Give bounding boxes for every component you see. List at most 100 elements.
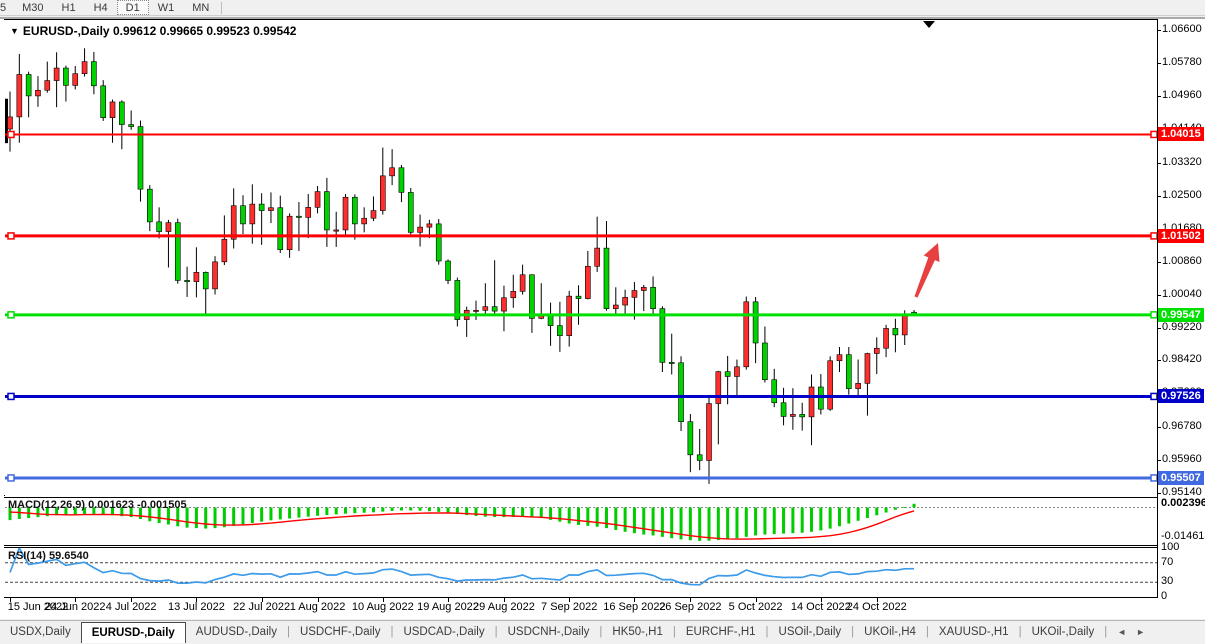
- candle-body: [418, 227, 423, 232]
- chart-tab-usdcnh-daily[interactable]: USDCNH-,Daily: [498, 621, 600, 643]
- hline-handle-0.97526[interactable]: [1151, 393, 1157, 399]
- price-chart-canvas[interactable]: [5, 20, 1157, 496]
- candle-body: [296, 216, 301, 217]
- candle-body: [800, 414, 805, 416]
- macd-histogram-bar: [558, 507, 561, 521]
- macd-histogram-bar: [726, 507, 729, 539]
- price-axis-tick-label: 0.98420: [1162, 353, 1202, 365]
- macd-histogram-bar: [400, 507, 403, 510]
- period-button-W1[interactable]: W1: [149, 0, 184, 15]
- time-axis-label: 7 Sep 2022: [541, 601, 597, 613]
- chart-tab-usdcad-daily[interactable]: USDCAD-,Daily: [393, 621, 494, 643]
- macd-histogram-bar: [624, 507, 627, 531]
- tab-scroll-left-icon[interactable]: ◄: [1117, 627, 1126, 637]
- macd-histogram-bar: [763, 507, 766, 534]
- candle-body: [371, 211, 376, 219]
- period-button-D1[interactable]: D1: [117, 0, 149, 15]
- price-axis-tick-mark: [1157, 262, 1161, 263]
- candle-body: [865, 353, 870, 383]
- macd-histogram-bar: [409, 507, 412, 510]
- hline-handle-1.04015[interactable]: [1151, 131, 1157, 137]
- rsi-axis-label-70: 70: [1161, 556, 1173, 568]
- macd-signal-line: [10, 511, 914, 539]
- time-axis-label: 16 Sep 2022: [603, 601, 665, 613]
- macd-histogram-bar: [819, 507, 822, 530]
- hline-handle-0.95507[interactable]: [1151, 475, 1157, 481]
- chart-tab-audusd-daily[interactable]: AUDUSD-,Daily: [186, 621, 287, 643]
- period-button-H4[interactable]: H4: [85, 0, 117, 15]
- rsi-panel-bottom-border: [4, 597, 1157, 598]
- price-axis-tick-label: 0.99220: [1162, 321, 1202, 333]
- macd-histogram-bar: [633, 507, 636, 533]
- up-arrow-annotation[interactable]: [915, 243, 940, 298]
- candle-body: [520, 275, 525, 292]
- candle-body: [287, 216, 292, 250]
- hline-handle-0.99547[interactable]: [1151, 312, 1157, 318]
- macd-histogram-bar: [335, 507, 338, 514]
- tab-scroll-nav: ◄►: [1107, 621, 1155, 643]
- hline-handle-0.97526[interactable]: [8, 393, 14, 399]
- candle-body: [157, 222, 162, 232]
- macd-histogram-bar: [614, 507, 617, 529]
- hline-price-label: 0.97526: [1158, 389, 1204, 403]
- chart-tab-usdx-daily[interactable]: USDX,Daily: [0, 621, 81, 643]
- rsi-axis-label-100: 100: [1161, 541, 1179, 553]
- chart-tab-ukoil-h4[interactable]: UKOil-,H4: [854, 621, 926, 643]
- macd-histogram-bar: [251, 507, 254, 523]
- candle-body: [818, 387, 823, 409]
- tab-scroll-right-icon[interactable]: ►: [1136, 627, 1145, 637]
- chart-tab-bar: USDX,DailyEURUSD-,DailyAUDUSD-,Daily|USD…: [0, 620, 1205, 643]
- hline-price-label: 1.04015: [1158, 127, 1204, 141]
- macd-histogram-bar: [847, 507, 850, 523]
- macd-panel-bottom-border[interactable]: [4, 545, 1157, 546]
- price-axis-tick-label: 0.96780: [1162, 420, 1202, 432]
- period-button-5[interactable]: 5: [0, 0, 13, 15]
- macd-histogram-bar: [260, 507, 263, 521]
- candle-body: [725, 372, 730, 377]
- time-axis-label: 24 Oct 2022: [847, 601, 907, 613]
- macd-histogram-bar: [195, 507, 198, 528]
- hline-handle-0.95507[interactable]: [8, 475, 14, 481]
- candle-body: [446, 261, 451, 280]
- time-axis-label: 14 Oct 2022: [791, 601, 851, 613]
- hline-handle-1.04015[interactable]: [8, 131, 14, 137]
- macd-histogram-bar: [857, 507, 860, 520]
- candle-body: [660, 309, 665, 363]
- period-button-M30[interactable]: M30: [13, 0, 52, 15]
- hline-handle-0.99547[interactable]: [8, 312, 14, 318]
- chart-tab-hk50-h1[interactable]: HK50-,H1: [602, 621, 673, 643]
- candle-body: [856, 383, 861, 388]
- chart-tab-usoil-daily[interactable]: USOil-,Daily: [769, 621, 852, 643]
- rsi-indicator-canvas[interactable]: [5, 548, 1157, 597]
- candle-body: [753, 302, 758, 343]
- rsi-name: RSI(14): [8, 550, 46, 562]
- candle-body: [241, 206, 246, 224]
- macd-histogram-bar: [829, 507, 832, 528]
- candle-body: [483, 307, 488, 311]
- chart-tab-eurchf-h1[interactable]: EURCHF-,H1: [676, 621, 766, 643]
- chart-shift-marker-icon: [923, 21, 935, 28]
- macd-histogram-bar: [363, 507, 366, 512]
- chart-tab-eurusd-daily[interactable]: EURUSD-,Daily: [81, 622, 186, 643]
- chart-tab-xauusd-h1[interactable]: XAUUSD-,H1: [929, 621, 1019, 643]
- candle-body: [697, 455, 702, 461]
- macd-histogram-bar: [316, 507, 319, 515]
- candle-body: [576, 296, 581, 298]
- candle-body: [147, 189, 152, 222]
- candle-body: [529, 275, 534, 319]
- candle-body: [669, 362, 674, 363]
- macd-histogram-bar: [344, 507, 347, 513]
- chart-tab-usdchf-daily[interactable]: USDCHF-,Daily: [290, 621, 391, 643]
- period-button-H1[interactable]: H1: [53, 0, 85, 15]
- period-button-MN[interactable]: MN: [183, 0, 218, 15]
- hline-handle-1.01502[interactable]: [1151, 233, 1157, 239]
- macd-histogram-bar: [269, 507, 272, 520]
- candle-body: [362, 218, 367, 224]
- chart-dropdown-icon[interactable]: ▼: [10, 26, 19, 36]
- macd-histogram-bar: [698, 507, 701, 540]
- candle-body: [324, 192, 329, 230]
- chart-tab-ukoil-daily[interactable]: UKOil-,Daily: [1022, 621, 1105, 643]
- chart-symbol-period: EURUSD-,Daily: [23, 24, 110, 38]
- hline-handle-1.01502[interactable]: [8, 233, 14, 239]
- candle-body: [82, 62, 87, 74]
